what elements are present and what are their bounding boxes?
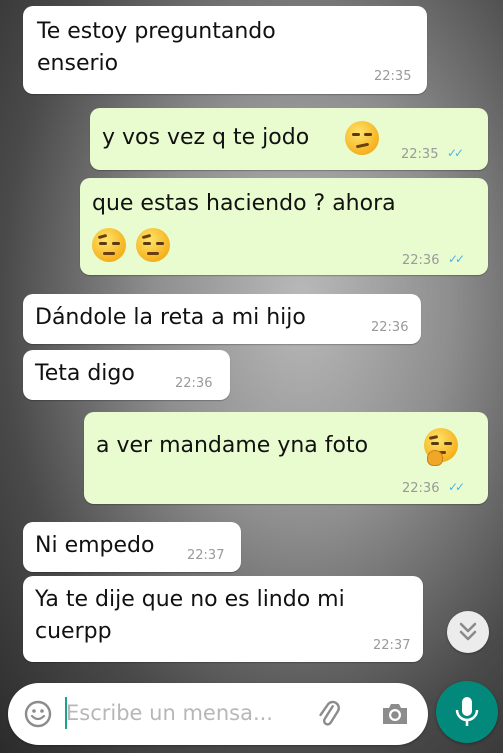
message-text: que estas haciendo ? ahora (92, 191, 396, 216)
scroll-to-bottom-button[interactable] (447, 611, 489, 653)
message-incoming[interactable]: Ya te dije que no es lindo mi cuerpp 22:… (23, 576, 423, 662)
voice-record-button[interactable] (436, 681, 498, 743)
message-composer[interactable]: Escribe un mensa... (8, 683, 428, 745)
message-incoming[interactable]: Ni empedo 22:37 (23, 522, 241, 572)
read-ticks-icon: ✓✓ (448, 252, 465, 266)
message-outgoing[interactable]: a ver mandame yna foto 22:36 ✓✓ (84, 412, 488, 504)
message-time: 22:36 (402, 253, 440, 268)
message-text: cuerpp (35, 619, 112, 644)
message-text: Ni empedo (35, 533, 155, 558)
face-with-raised-eyebrow-icon (136, 228, 170, 262)
attach-icon[interactable] (314, 699, 344, 733)
message-outgoing[interactable]: y vos vez q te jodo 22:35 ✓✓ (90, 108, 488, 170)
message-text: y vos vez q te jodo (102, 125, 310, 150)
camera-icon[interactable] (380, 701, 410, 731)
message-text: Te estoy preguntando (37, 19, 276, 44)
message-time: 22:36 (175, 376, 213, 391)
emoji-icon[interactable] (24, 700, 52, 732)
mic-icon (455, 697, 479, 726)
message-time: 22:37 (373, 638, 411, 653)
smirking-face-icon (345, 121, 379, 155)
message-text: Dándole la reta a mi hijo (35, 305, 306, 330)
read-ticks-icon: ✓✓ (447, 146, 464, 160)
message-time: 22:36 (402, 481, 440, 496)
message-text: enserio (37, 51, 119, 76)
message-time: 22:35 (374, 69, 412, 84)
message-outgoing[interactable]: que estas haciendo ? ahora 22:36 ✓✓ (80, 178, 488, 275)
message-input[interactable]: Escribe un mensa... (66, 701, 273, 725)
message-incoming[interactable]: Teta digo 22:36 (23, 350, 230, 400)
read-ticks-icon: ✓✓ (448, 480, 465, 494)
message-text: a ver mandame yna foto (96, 433, 369, 458)
face-with-raised-eyebrow-icon (92, 228, 126, 262)
thinking-face-icon (424, 428, 458, 466)
message-incoming[interactable]: Te estoy preguntando enserio 22:35 (23, 6, 427, 94)
message-text: Ya te dije que no es lindo mi (35, 587, 345, 612)
double-chevron-down-icon (459, 622, 477, 641)
message-text: Teta digo (35, 361, 135, 386)
message-incoming[interactable]: Dándole la reta a mi hijo 22:36 (23, 294, 421, 344)
message-time: 22:35 (401, 147, 439, 162)
chat-background: Te estoy preguntando enserio 22:35 y vos… (0, 0, 503, 753)
message-time: 22:36 (371, 320, 409, 335)
message-time: 22:37 (187, 548, 225, 563)
